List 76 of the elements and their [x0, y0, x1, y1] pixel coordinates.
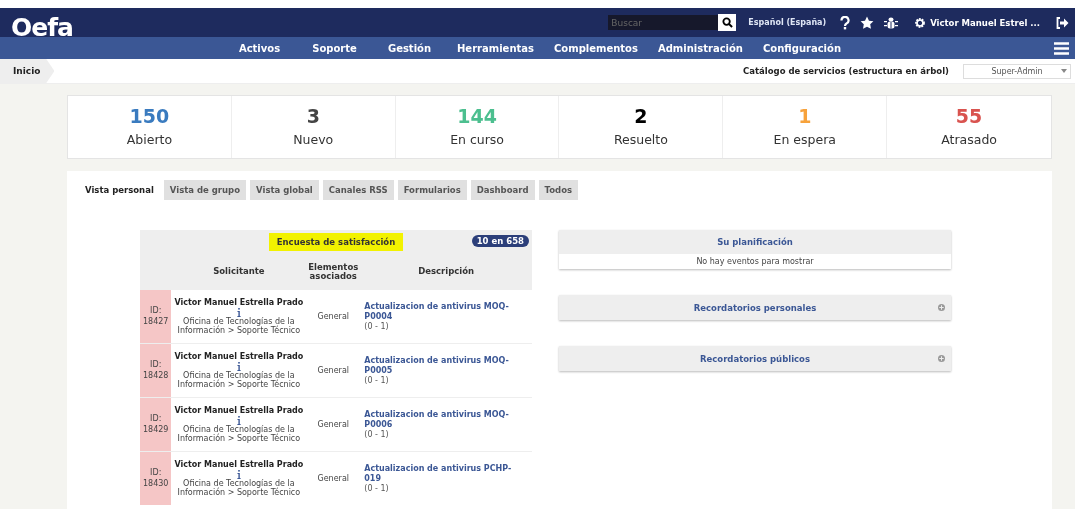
info-icon[interactable]: [236, 469, 241, 479]
stat-label: Atrasado: [941, 132, 997, 147]
requester-name: Victor Manuel Estrella Prado: [174, 298, 304, 308]
stat-label: Nuevo: [293, 132, 334, 147]
gear-icon: [914, 16, 927, 29]
stat-value[interactable]: 150: [129, 107, 170, 126]
department-text: Oficina de Tecnologías de la Información > Soporte Técnico: [176, 424, 302, 443]
tab[interactable]: Todos: [538, 180, 579, 200]
ticket-link[interactable]: Actualizacion de antivirus PCHP-019: [364, 463, 528, 484]
stat-value[interactable]: 55: [955, 107, 983, 126]
ticket-link[interactable]: Actualizacion de antivirus MOQ-P0005: [364, 355, 528, 376]
requester-name: Victor Manuel Estrella Prado: [174, 406, 304, 416]
column-header: Elementos asociados: [306, 254, 361, 290]
table-cell: General: [306, 343, 361, 398]
language-link[interactable]: Español (España): [748, 18, 827, 27]
description-text: Actualizacion de antivirus PCHP-019 (0 - 1): [364, 463, 528, 493]
menu-icon[interactable]: [1054, 41, 1069, 55]
tab[interactable]: Vista personal: [79, 180, 160, 200]
profile-select[interactable]: Super-Admin: [963, 63, 1071, 79]
stat-value[interactable]: 3: [306, 107, 320, 126]
panel-title: Encuesta de satisfacción: [268, 233, 404, 251]
ticket-link[interactable]: Actualizacion de antivirus MOQ-P0004: [364, 301, 528, 322]
user-menu[interactable]: Victor Manuel Estrel ...: [908, 15, 1046, 30]
panel-title: Su planificación: [717, 237, 793, 247]
stat-value[interactable]: 2: [634, 107, 648, 126]
info-icon[interactable]: [236, 307, 241, 317]
nav-item[interactable]: Activos: [222, 42, 297, 54]
stat-label: Abierto: [126, 132, 173, 147]
table-cell: General: [306, 451, 361, 505]
panel-title[interactable]: Recordatorios personales: [693, 302, 817, 313]
stat-label: En espera: [773, 132, 836, 147]
help-icon[interactable]: [840, 15, 851, 30]
department-text: Oficina de Tecnologías de la Información > Soporte Técnico: [176, 316, 302, 335]
table-cell: General: [306, 397, 361, 452]
panel-title[interactable]: Recordatorios públicos: [699, 353, 811, 364]
ticket-link[interactable]: Actualizacion de antivirus MOQ-P0006: [364, 409, 528, 430]
nav-item[interactable]: Herramientas: [447, 42, 544, 54]
tab[interactable]: Vista global: [250, 180, 319, 200]
table-cell: General: [306, 289, 361, 344]
tab[interactable]: Vista de grupo: [163, 180, 247, 200]
stat-label: Resuelto: [613, 132, 668, 147]
column-header: Descripción: [360, 254, 532, 290]
department-text: Oficina de Tecnologías de la Información > Soporte Técnico: [176, 370, 302, 389]
description-text: Actualizacion de antivirus MOQ-P0006 (0 - 1): [364, 409, 528, 439]
info-icon[interactable]: [236, 415, 241, 425]
search-icon: [721, 17, 733, 28]
id-cell: ID: 18427: [140, 289, 172, 344]
logo[interactable]: Oefa: [11, 13, 73, 42]
nav-item[interactable]: Complementos: [544, 42, 648, 54]
requester-name: Victor Manuel Estrella Prado: [174, 352, 304, 362]
nav-item[interactable]: Gestión: [372, 42, 447, 54]
search-button[interactable]: [718, 14, 737, 31]
empty-message: No hay eventos para mostrar: [696, 257, 814, 266]
requester-name: Victor Manuel Estrella Prado: [174, 460, 304, 470]
tab[interactable]: Canales RSS: [322, 180, 394, 200]
department-text: Oficina de Tecnologías de la Información > Soporte Técnico: [176, 478, 302, 497]
tab[interactable]: Dashboard: [470, 180, 535, 200]
nav-item[interactable]: Soporte: [297, 42, 372, 54]
tab[interactable]: Formularios: [397, 180, 467, 200]
column-header: Solicitante: [171, 254, 307, 290]
id-cell: ID: 18430: [140, 451, 172, 505]
catalog-link[interactable]: Catálogo de servicios (estructura en árbol): [743, 66, 949, 76]
caret-icon: [1061, 68, 1067, 73]
id-cell: ID: 18429: [140, 397, 172, 452]
count-badge: 10 en 658: [471, 235, 529, 247]
bug-icon[interactable]: [884, 15, 899, 30]
star-icon[interactable]: [860, 15, 875, 30]
stat-label: En curso: [450, 132, 504, 147]
breadcrumb-item[interactable]: Inicio: [0, 59, 55, 83]
logout-icon[interactable]: [1056, 16, 1069, 29]
description-text: Actualizacion de antivirus MOQ-P0005 (0 - 1): [364, 355, 528, 385]
description-text: Actualizacion de antivirus MOQ-P0004 (0 - 1): [364, 301, 528, 331]
info-icon[interactable]: [236, 361, 241, 371]
nav-item[interactable]: Configuración: [753, 42, 852, 54]
nav-item[interactable]: Administración: [647, 42, 753, 54]
id-cell: ID: 18428: [140, 343, 172, 398]
